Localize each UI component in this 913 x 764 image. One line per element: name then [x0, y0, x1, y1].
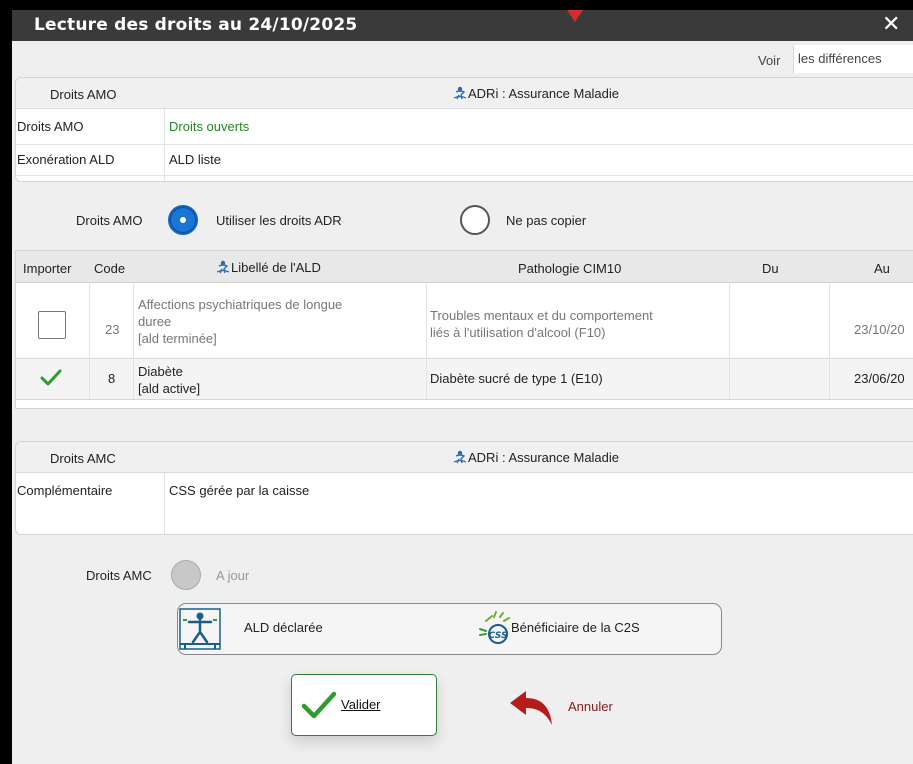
amo-row-value: Droits ouverts — [169, 119, 250, 134]
radio-amc-a-jour — [171, 560, 201, 590]
row-pathologie: Troubles mentaux et du comportement liés… — [430, 307, 653, 341]
amc-header-source: ADRi : Assurance Maladie — [453, 450, 619, 465]
voir-select[interactable]: les différences — [793, 45, 913, 73]
row-divider — [16, 144, 913, 145]
row-status: [ald terminée] — [138, 331, 217, 346]
row-libelle: Diabète [ald active] — [138, 363, 200, 397]
col-du: Du — [762, 261, 779, 276]
radio-use-adr-label[interactable]: Utiliser les droits ADR — [216, 213, 342, 228]
row-au: 23/10/20 — [854, 322, 905, 337]
adri-logo-icon — [453, 450, 467, 464]
voir-label: Voir — [758, 53, 781, 68]
col-code: Code — [94, 261, 126, 276]
column-divider — [164, 473, 165, 534]
col-au: Au — [874, 261, 890, 276]
title-bar: Lecture des droits au 24/10/2025 ✕ — [12, 10, 913, 41]
radio-do-not-copy-label[interactable]: Ne pas copier — [506, 213, 586, 228]
cancel-button[interactable]: Annuler — [508, 686, 638, 730]
c2s-beneficiary-button[interactable]: CSS Bénéficiaire de la C2S — [468, 604, 722, 654]
c2s-icon: CSS — [479, 611, 510, 644]
c2s-icon-text: CSS — [489, 631, 508, 641]
row-pathologie: Diabète sucré de type 1 (E10) — [430, 371, 603, 386]
validate-button[interactable]: Valider — [291, 674, 437, 736]
ald-table: Importer Code Libellé de l'ALD Pathologi… — [15, 250, 913, 409]
checkmark-icon — [301, 691, 337, 719]
row-pathologie-line: Troubles mentaux et du comportement — [430, 308, 653, 323]
c2s-beneficiary-label: Bénéficiaire de la C2S — [511, 620, 640, 635]
row-libelle-line: Diabète — [138, 364, 183, 379]
ald-exoneration-value: ALD liste — [169, 152, 222, 167]
cancel-label: Annuler — [568, 699, 613, 714]
radio-amc-a-jour-label: A jour — [216, 568, 250, 583]
ald-declared-button[interactable]: ALD déclarée — [178, 604, 438, 654]
amo-panel-header: Droits AMO ADRi : Assurance Maladie — [16, 78, 913, 109]
amo-header-source-text: ADRi : Assurance Maladie — [468, 86, 620, 101]
adri-logo-icon — [453, 86, 467, 100]
ald-exoneration-label: Exonération ALD — [17, 152, 115, 167]
undo-arrow-icon — [510, 691, 552, 725]
amo-choice-label: Droits AMO — [76, 213, 143, 228]
column-divider — [89, 282, 90, 399]
amc-panel: Droits AMC ADRi : Assurance Maladie Comp… — [15, 441, 913, 535]
column-divider — [164, 109, 165, 181]
row-divider — [16, 175, 913, 176]
import-checkbox[interactable] — [38, 311, 66, 339]
amc-header-label: Droits AMC — [50, 451, 116, 466]
adri-logo-icon — [216, 260, 230, 274]
amc-row-value: CSS gérée par la caisse — [169, 483, 310, 498]
row-code: 23 — [105, 322, 120, 337]
checkmark-icon[interactable] — [40, 369, 62, 387]
validate-label: Valider — [341, 697, 381, 712]
radio-use-adr[interactable] — [168, 205, 198, 235]
column-divider — [133, 282, 134, 399]
amc-panel-header: Droits AMC ADRi : Assurance Maladie — [16, 442, 913, 473]
row-status: [ald active] — [138, 381, 201, 396]
table-row: 8 Diabète [ald active] Diabète sucré de … — [16, 359, 913, 399]
amo-row-label: Droits AMO — [17, 119, 84, 134]
col-libelle-text: Libellé de l'ALD — [231, 260, 321, 275]
amc-header-source-text: ADRi : Assurance Maladie — [468, 450, 620, 465]
amo-panel: Droits AMO ADRi : Assurance Maladie Droi… — [15, 77, 913, 182]
column-divider — [729, 282, 730, 399]
ald-declared-label: ALD déclarée — [244, 620, 323, 635]
amc-choice-label: Droits AMC — [86, 568, 152, 583]
dialog-title: Lecture des droits au 24/10/2025 — [34, 15, 358, 35]
radio-do-not-copy[interactable] — [460, 205, 490, 235]
close-icon[interactable]: ✕ — [882, 12, 900, 37]
col-importer: Importer — [23, 261, 72, 276]
col-libelle[interactable]: Libellé de l'ALD — [216, 260, 321, 275]
rights-dialog: Lecture des droits au 24/10/2025 ✕ Voir … — [12, 10, 913, 764]
row-libelle-line: Affections psychiatriques de longue — [138, 297, 343, 312]
row-libelle: Affections psychiatriques de longue dure… — [138, 296, 342, 347]
row-divider — [16, 399, 913, 400]
column-divider — [426, 282, 427, 399]
column-divider — [829, 282, 830, 399]
row-pathologie-line: liés à l'utilisation d'alcool (F10) — [430, 325, 606, 340]
status-button-group: ALD déclarée CSS Bénéficiaire de la C2S — [177, 603, 722, 655]
amc-row-label: Complémentaire — [17, 483, 113, 498]
row-code: 8 — [108, 371, 116, 386]
ald-table-header: Importer Code Libellé de l'ALD Pathologi… — [16, 251, 913, 283]
amo-header-label: Droits AMO — [50, 87, 117, 102]
ald-person-icon — [179, 608, 221, 650]
col-pathologie: Pathologie CIM10 — [518, 261, 622, 276]
drop-marker-icon — [567, 10, 583, 22]
row-libelle-line: duree — [138, 314, 172, 329]
row-au: 23/06/20 — [854, 371, 905, 386]
amo-header-source: ADRi : Assurance Maladie — [453, 86, 619, 101]
